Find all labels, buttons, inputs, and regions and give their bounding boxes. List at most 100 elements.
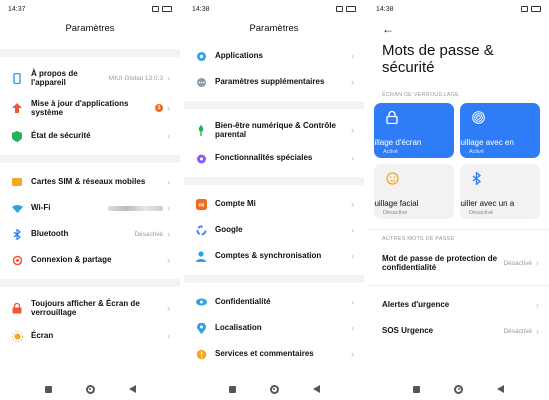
back-icon[interactable]: [128, 385, 136, 393]
settings-item-label: Services et commentaires: [215, 349, 314, 359]
wellbeing-icon: [195, 124, 207, 136]
chevron-right-icon: ›: [167, 103, 170, 113]
chevron-right-icon: ›: [351, 77, 354, 87]
settings-item-location[interactable]: Localisation ›: [184, 315, 364, 341]
recents-icon[interactable]: [44, 385, 52, 393]
section-header-other-passwords: AUTRES MOTS DE PASSE: [382, 236, 455, 242]
bluetooth-icon: [11, 228, 23, 240]
chevron-right-icon: ›: [167, 131, 170, 141]
back-icon[interactable]: [312, 385, 320, 393]
tile-label: uillage d'écran: [374, 138, 422, 147]
settings-item-value: MIUI Global 13.0.3: [108, 74, 163, 82]
settings-item-digital-wellbeing[interactable]: Bien-être numérique & Contrôle parental …: [184, 115, 364, 145]
recents-icon[interactable]: [413, 385, 420, 393]
tile-screen-lock[interactable]: uillage d'écran Activé: [374, 103, 454, 158]
settings-item-label: Google: [215, 225, 243, 235]
google-icon: [195, 224, 207, 236]
chevron-right-icon: ›: [536, 258, 539, 268]
chevron-right-icon: ›: [351, 349, 354, 359]
back-icon[interactable]: [497, 385, 504, 393]
settings-item-security-status[interactable]: État de sécurité ›: [0, 123, 180, 149]
divider: [0, 49, 180, 57]
settings-item-label: Compte Mi: [215, 199, 256, 209]
back-arrow-icon[interactable]: ←: [368, 18, 549, 40]
chevron-right-icon: ›: [167, 303, 170, 313]
settings-item-label: SOS Urgence: [382, 326, 434, 336]
sun-icon: [11, 330, 23, 342]
settings-item-system-update[interactable]: Mise à jour d'applications système 1 ›: [0, 93, 180, 123]
chevron-right-icon: ›: [351, 323, 354, 333]
home-icon[interactable]: [85, 384, 95, 394]
status-time: 14:38: [376, 5, 394, 13]
tile-label: ouiller avec un a: [460, 199, 515, 208]
settings-item-privacy[interactable]: Confidentialité ›: [184, 289, 364, 315]
settings-item-applications[interactable]: Applications ›: [184, 43, 364, 69]
divider: [0, 279, 180, 287]
fingerprint-icon: [460, 111, 540, 129]
chevron-right-icon: ›: [536, 326, 539, 336]
chevron-right-icon: ›: [351, 153, 354, 163]
home-icon[interactable]: [454, 384, 463, 394]
recents-icon[interactable]: [228, 385, 236, 393]
mi-logo-icon: mi: [195, 198, 207, 210]
settings-item-label: Wi-Fi: [31, 203, 51, 213]
chevron-right-icon: ›: [351, 225, 354, 235]
chevron-right-icon: ›: [167, 255, 170, 265]
more-settings-icon: [195, 76, 207, 88]
svg-text:mi: mi: [198, 202, 204, 208]
settings-item-label: Comptes & synchronisation: [215, 251, 322, 261]
settings-item-value: Désactivé: [134, 230, 163, 238]
settings-item-label: État de sécurité: [31, 131, 91, 141]
tile-status: Désactivé: [469, 210, 494, 216]
share-icon: [11, 254, 23, 266]
battery-icon: [162, 6, 172, 12]
settings-item-label: Mise à jour d'applications système: [31, 98, 129, 117]
home-icon[interactable]: [269, 384, 279, 394]
chevron-right-icon: ›: [167, 229, 170, 239]
phone-icon: [11, 72, 23, 84]
settings-item-google[interactable]: Google ›: [184, 217, 364, 243]
wifi-status-icon: [336, 6, 343, 12]
feedback-icon: [195, 348, 207, 360]
settings-item-connection-sharing[interactable]: Connexion & partage ›: [0, 247, 180, 273]
settings-item-value: Désactivé: [503, 259, 532, 267]
settings-item-additional-settings[interactable]: Paramètres supplémentaires ›: [184, 69, 364, 95]
settings-item-services-feedback[interactable]: Services et commentaires ›: [184, 341, 364, 367]
settings-item-accounts-sync[interactable]: Comptes & synchronisation ›: [184, 243, 364, 269]
divider: [184, 177, 364, 185]
tile-face-unlock[interactable]: ouillage facial Désactivé: [374, 164, 454, 219]
wifi-status-icon: [521, 6, 528, 12]
settings-item-display[interactable]: Écran ›: [0, 323, 180, 349]
settings-panel-1: 14:37 Paramètres À propos de l'appareil …: [0, 0, 180, 400]
gear-icon: [195, 50, 207, 62]
tile-status: Activé: [383, 149, 398, 155]
chevron-right-icon: ›: [351, 297, 354, 307]
lock-icon: [11, 302, 23, 314]
settings-item-special-features[interactable]: Fonctionnalités spéciales ›: [184, 145, 364, 171]
settings-item-label: Applications: [215, 51, 264, 61]
settings-item-wifi[interactable]: Wi-Fi ›: [0, 195, 180, 221]
settings-item-sim[interactable]: Cartes SIM & réseaux mobiles ›: [0, 169, 180, 195]
settings-item-emergency-alerts[interactable]: Alertes d'urgence ›: [368, 292, 549, 318]
lock-method-grid: uillage d'écran Activé ouillage avec en …: [368, 103, 549, 219]
chevron-right-icon: ›: [167, 203, 170, 213]
settings-item-privacy-password[interactable]: Mot de passe de protection de confidenti…: [368, 247, 549, 279]
tile-status: Désactivé: [383, 210, 408, 216]
wifi-icon: [11, 202, 23, 214]
settings-item-label: Localisation: [215, 323, 262, 333]
settings-item-label: Bien-être numérique & Contrôle parental: [215, 120, 336, 139]
settings-item-value: Désactivé: [503, 327, 532, 335]
sim-icon: [11, 176, 23, 188]
tile-fingerprint-unlock[interactable]: ouillage avec en Activé: [460, 103, 540, 158]
settings-item-bluetooth[interactable]: Bluetooth Désactivé ›: [0, 221, 180, 247]
divider: [184, 101, 364, 109]
tile-bluetooth-unlock[interactable]: ouiller avec un a Désactivé: [460, 164, 540, 219]
battery-icon: [346, 6, 356, 12]
settings-item-label: Toujours afficher & Écran de verrouillag…: [31, 298, 140, 317]
settings-item-lock-screen[interactable]: Toujours afficher & Écran de verrouillag…: [0, 293, 180, 323]
settings-item-mi-account[interactable]: mi Compte Mi ›: [184, 191, 364, 217]
system-nav-bar: [0, 378, 180, 400]
settings-item-label: Connexion & partage: [31, 255, 112, 265]
settings-item-sos[interactable]: SOS Urgence Désactivé ›: [368, 318, 549, 344]
settings-item-about-device[interactable]: À propos de l'appareil MIUI Global 13.0.…: [0, 63, 180, 93]
